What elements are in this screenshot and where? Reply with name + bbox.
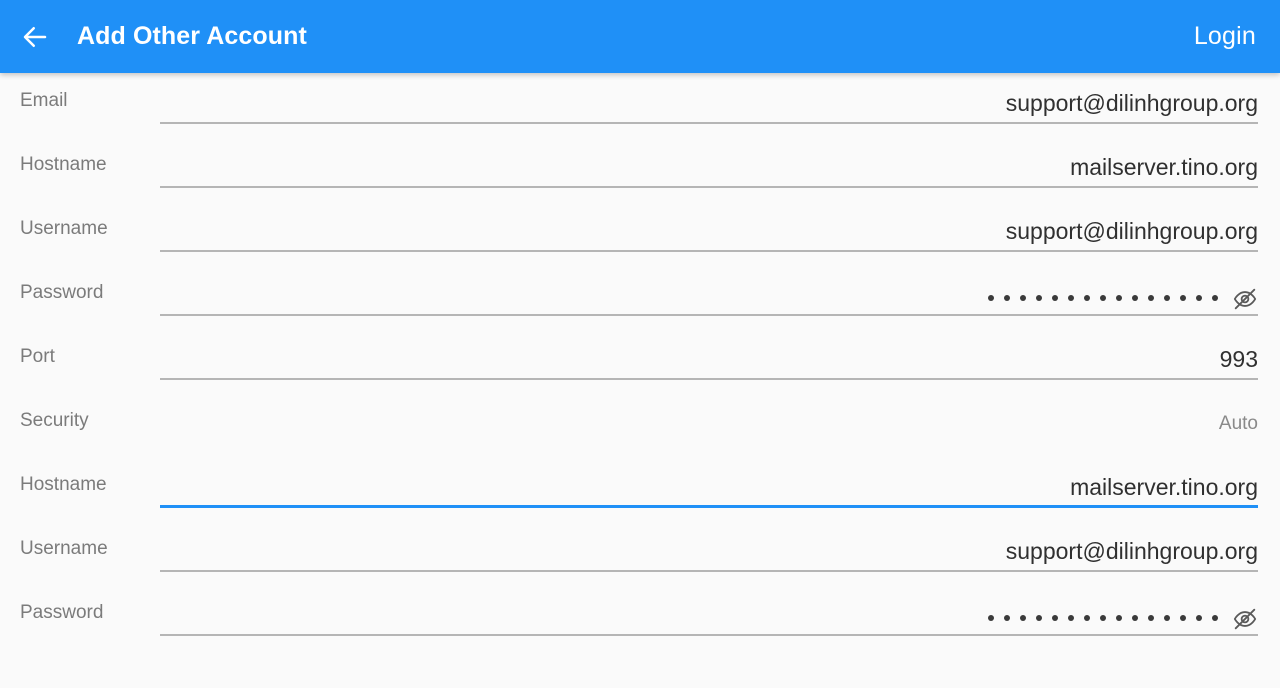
field-underline bbox=[160, 570, 1258, 572]
password-masked-value bbox=[988, 615, 1218, 623]
email-field[interactable]: support@dilinhgroup.org bbox=[160, 73, 1258, 137]
field-label: Port bbox=[20, 346, 55, 367]
password-dot bbox=[1116, 295, 1122, 301]
username-field[interactable]: support@dilinhgroup.org bbox=[160, 521, 1258, 585]
password-value-group bbox=[988, 606, 1258, 632]
field-label: Security bbox=[20, 410, 89, 431]
form-row: Hostname mailserver.tino.org bbox=[0, 137, 1280, 201]
back-button[interactable] bbox=[20, 16, 62, 58]
field-underline bbox=[160, 378, 1258, 380]
field-underline bbox=[160, 250, 1258, 252]
password-dot bbox=[1084, 615, 1090, 621]
password-dot bbox=[1020, 615, 1026, 621]
password-dot bbox=[1132, 615, 1138, 621]
password-field[interactable] bbox=[160, 585, 1258, 649]
password-dot bbox=[1148, 615, 1154, 621]
form-row: Security Auto bbox=[0, 393, 1280, 457]
password-dot bbox=[1068, 615, 1074, 621]
field-underline bbox=[160, 314, 1258, 316]
field-underline bbox=[160, 186, 1258, 188]
password-dot bbox=[1132, 295, 1138, 301]
form-row: Username support@dilinhgroup.org bbox=[0, 201, 1280, 265]
password-dot bbox=[1180, 295, 1186, 301]
form-row: Password bbox=[0, 585, 1280, 649]
port-field[interactable]: 993 bbox=[160, 329, 1258, 393]
password-dot bbox=[1164, 295, 1170, 301]
hostname-value: mailserver.tino.org bbox=[1070, 154, 1258, 180]
username-field[interactable]: support@dilinhgroup.org bbox=[160, 201, 1258, 265]
password-dot bbox=[1052, 615, 1058, 621]
app-bar: Add Other Account Login bbox=[0, 0, 1280, 73]
field-label: Username bbox=[20, 538, 108, 559]
password-field[interactable] bbox=[160, 265, 1258, 329]
password-dot bbox=[1116, 615, 1122, 621]
field-underline bbox=[160, 634, 1258, 636]
password-dot bbox=[1100, 615, 1106, 621]
password-dot bbox=[1100, 295, 1106, 301]
email-value: support@dilinhgroup.org bbox=[1005, 90, 1258, 116]
field-label: Hostname bbox=[20, 154, 107, 175]
field-label: Username bbox=[20, 218, 108, 239]
field-underline bbox=[160, 505, 1258, 508]
account-form: Email support@dilinhgroup.org Hostname mail… bbox=[0, 73, 1280, 649]
field-label: Password bbox=[20, 602, 104, 623]
password-dot bbox=[1148, 295, 1154, 301]
password-value-group bbox=[988, 286, 1258, 312]
login-button[interactable]: Login bbox=[1192, 18, 1258, 55]
username-value: support@dilinhgroup.org bbox=[1005, 218, 1258, 244]
password-dot bbox=[988, 295, 994, 301]
password-dot bbox=[1052, 295, 1058, 301]
password-dot bbox=[988, 615, 994, 621]
eye-off-icon[interactable] bbox=[1232, 606, 1258, 632]
form-row: Port 993 bbox=[0, 329, 1280, 393]
hostname-field[interactable]: mailserver.tino.org bbox=[160, 457, 1258, 521]
form-row: Hostname mailserver.tino.org bbox=[0, 457, 1280, 521]
arrow-left-icon bbox=[20, 22, 50, 52]
password-dot bbox=[1212, 295, 1218, 301]
password-dot bbox=[1020, 295, 1026, 301]
password-dot bbox=[1068, 295, 1074, 301]
password-dot bbox=[1004, 615, 1010, 621]
port-value: 993 bbox=[1219, 346, 1258, 372]
password-dot bbox=[1196, 615, 1202, 621]
eye-off-icon[interactable] bbox=[1232, 286, 1258, 312]
form-row: Email support@dilinhgroup.org bbox=[0, 73, 1280, 137]
form-row: Username support@dilinhgroup.org bbox=[0, 521, 1280, 585]
password-dot bbox=[1084, 295, 1090, 301]
password-dot bbox=[1196, 295, 1202, 301]
username-value: support@dilinhgroup.org bbox=[1005, 538, 1258, 564]
password-masked-value bbox=[988, 295, 1218, 303]
password-dot bbox=[1212, 615, 1218, 621]
password-dot bbox=[1036, 615, 1042, 621]
password-dot bbox=[1180, 615, 1186, 621]
field-label: Password bbox=[20, 282, 104, 303]
hostname-field[interactable]: mailserver.tino.org bbox=[160, 137, 1258, 201]
password-dot bbox=[1036, 295, 1042, 301]
password-dot bbox=[1164, 615, 1170, 621]
form-row: Password bbox=[0, 265, 1280, 329]
password-dot bbox=[1004, 295, 1010, 301]
field-label: Email bbox=[20, 90, 68, 111]
security-field[interactable]: Auto bbox=[160, 393, 1258, 457]
page-title: Add Other Account bbox=[77, 22, 307, 50]
field-label: Hostname bbox=[20, 474, 107, 495]
hostname-value: mailserver.tino.org bbox=[1070, 474, 1258, 500]
security-value: Auto bbox=[1218, 413, 1258, 434]
field-underline bbox=[160, 122, 1258, 124]
